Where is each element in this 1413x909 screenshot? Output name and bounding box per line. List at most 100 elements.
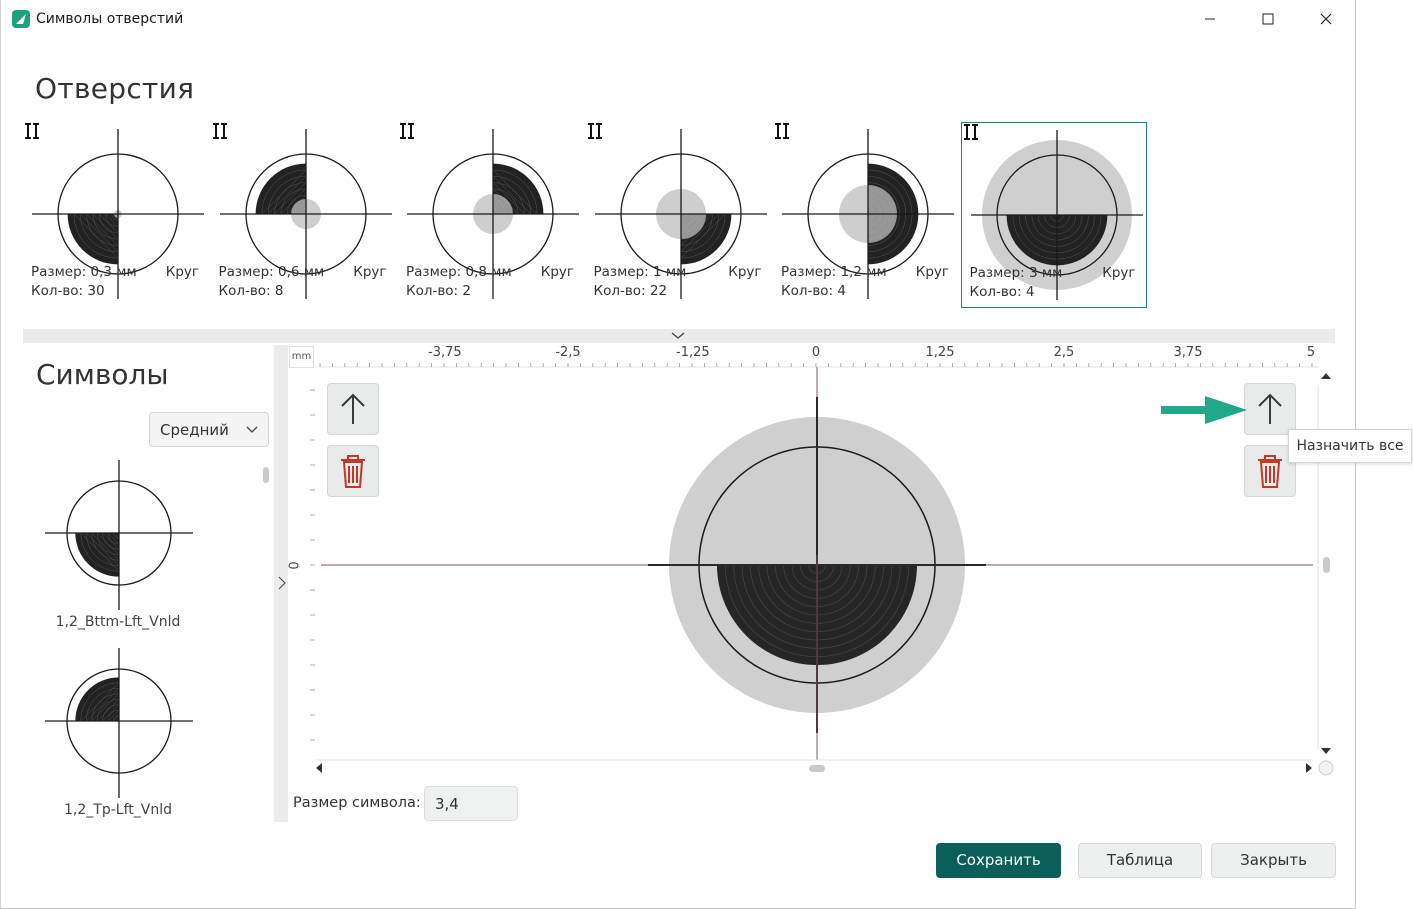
chevron-down-icon [246, 426, 258, 433]
maximize-icon [1262, 13, 1274, 25]
table-button[interactable]: Таблица [1078, 843, 1202, 878]
hole-type-icon [775, 123, 789, 139]
hole-count-label: Кол-во: [406, 283, 459, 299]
hole-type-icon [212, 123, 227, 139]
app-logo-icon [12, 10, 30, 28]
hole-info: Размер: 1,2 мм Кол-во: 4 [781, 263, 887, 301]
scroll-right-icon[interactable] [1306, 763, 1312, 773]
assign-symbol-button[interactable] [327, 383, 379, 435]
hole-card[interactable]: Размер: 0,6 мм Кол-во: 8 Круг [211, 122, 397, 308]
hole-type-icon [25, 123, 39, 139]
hole-count-label: Кол-во: [781, 283, 834, 299]
symbol-size-select[interactable]: Средний [149, 412, 269, 447]
hole-type-icon [963, 124, 978, 140]
hole-count-label: Кол-во: [969, 284, 1022, 300]
hole-info: Размер: 0,6 мм Кол-во: 8 [219, 263, 325, 301]
hole-size-label: Размер: [31, 264, 87, 280]
hole-count-label: Кол-во: [31, 283, 84, 299]
hole-size-value: 1,2 мм [840, 264, 887, 280]
hole-shape-label: Круг [165, 264, 199, 280]
symbol-preview-icon [45, 460, 193, 610]
delete-symbol-button[interactable] [327, 445, 379, 497]
symbol-size-select-value: Средний [160, 421, 229, 439]
hole-size-label: Размер: [969, 265, 1025, 281]
scroll-down-icon[interactable] [1321, 748, 1331, 754]
hole-card[interactable]: Размер: 0,8 мм Кол-во: 2 Круг [398, 122, 584, 308]
hole-type-icon [587, 123, 602, 139]
hole-size-label: Размер: [593, 264, 649, 280]
close-icon [1320, 13, 1332, 25]
vertical-scroll-thumb[interactable] [1323, 557, 1330, 573]
hole-count-value: 4 [1025, 284, 1035, 300]
scroll-up-icon[interactable] [1321, 373, 1331, 379]
chevron-down-icon[interactable] [669, 329, 687, 343]
dialog-window: Символы отверстий Отверстия Размер: 0,3 … [0, 0, 1356, 909]
hole-size-label: Размер: [218, 264, 274, 280]
hole-card[interactable]: Размер: 1,2 мм Кол-во: 4 Круг [773, 122, 959, 308]
ruler-tick-label: 0 [811, 345, 821, 360]
symbol-list-scrollbar[interactable] [263, 467, 269, 483]
hole-info: Размер: 0,3 мм Кол-во: 30 [31, 263, 137, 301]
assign-all-tooltip: Назначить все [1288, 429, 1412, 463]
hole-size-value: 0,6 мм [278, 264, 325, 280]
holes-heading: Отверстия [35, 72, 195, 105]
hole-count-label: Кол-во: [218, 283, 271, 299]
trash-icon [1258, 455, 1282, 488]
hole-card[interactable]: Размер: 3 мм Кол-во: 4 Круг [960, 122, 1147, 308]
hole-info: Размер: 0,8 мм Кол-во: 2 [406, 263, 512, 301]
hint-arrow-icon [1161, 396, 1247, 424]
hole-shape-label: Круг [353, 264, 387, 280]
hole-size-value: 3 мм [1029, 265, 1063, 281]
close-window-button[interactable] [1297, 0, 1355, 38]
hole-size-value: 1 мм [653, 264, 687, 280]
hole-count-value: 30 [87, 283, 105, 299]
ruler-tick-label: 3,75 [1173, 345, 1203, 360]
ruler-tick-label: -2,5 [555, 345, 581, 360]
maximize-button[interactable] [1239, 0, 1297, 38]
hole-size-label: Размер: [406, 264, 462, 280]
ruler-tick-label: 2,5 [1053, 345, 1075, 360]
trash-icon [341, 455, 365, 488]
symbol-label: 1,2_Bttm-Lft_Vnld [55, 614, 181, 630]
hole-count-value: 4 [837, 283, 846, 299]
ruler-y-zero-label: 0 [287, 561, 303, 570]
minimize-button[interactable] [1181, 0, 1239, 38]
close-button[interactable]: Закрыть [1211, 843, 1336, 878]
arrow-up-icon [341, 393, 365, 424]
hole-info: Размер: 1 мм Кол-во: 22 [594, 263, 687, 301]
ruler-tick-label: -1,25 [676, 345, 710, 360]
scroll-corner [1318, 760, 1334, 776]
symbol-size-input[interactable]: 3,4 [424, 786, 518, 821]
hole-count-value: 22 [649, 283, 668, 299]
hole-card[interactable]: Размер: 1 мм Кол-во: 22 Круг [586, 122, 772, 308]
ruler-tick-label: 1,25 [925, 345, 955, 360]
save-button[interactable]: Сохранить [936, 843, 1061, 878]
hole-shape-label: Круг [915, 264, 949, 280]
hole-count-value: 8 [274, 283, 284, 299]
symbol-list: 1,2_Bttm-Lft_Vnld 1,2_Tp-Lft_Vnld [23, 460, 253, 822]
minimize-icon [1205, 18, 1215, 20]
hole-size-value: 0,3 мм [90, 264, 137, 280]
ruler-tick-label: -3,75 [428, 345, 462, 360]
scroll-left-icon[interactable] [316, 763, 322, 773]
hole-size-label: Размер: [781, 264, 837, 280]
hole-count-value: 2 [462, 283, 471, 299]
symbols-heading: Символы [36, 358, 169, 391]
hole-shape-label: Круг [540, 264, 574, 280]
hole-size-value: 0,8 мм [465, 264, 512, 280]
assign-all-button[interactable] [1244, 383, 1296, 435]
horizontal-scroll-thumb[interactable] [809, 765, 825, 772]
hole-type-icon [400, 123, 414, 139]
vertical-ruler [310, 389, 315, 741]
symbol-preview-icon [45, 648, 193, 798]
chevron-right-icon[interactable] [277, 576, 287, 590]
hole-count-label: Кол-во: [593, 283, 646, 299]
title-bar: Символы отверстий [1, 0, 1357, 38]
symbol-label: 1,2_Tp-Lft_Vnld [64, 802, 172, 818]
hole-info: Размер: 3 мм Кол-во: 4 [970, 264, 1063, 302]
hole-card[interactable]: Размер: 0,3 мм Кол-во: 30 Круг [23, 122, 209, 308]
ruler-unit-label: mm [289, 346, 314, 368]
ruler-tick-label: 5 [1306, 345, 1316, 360]
hole-shape-label: Круг [728, 264, 762, 280]
arrow-up-icon [1258, 393, 1282, 424]
